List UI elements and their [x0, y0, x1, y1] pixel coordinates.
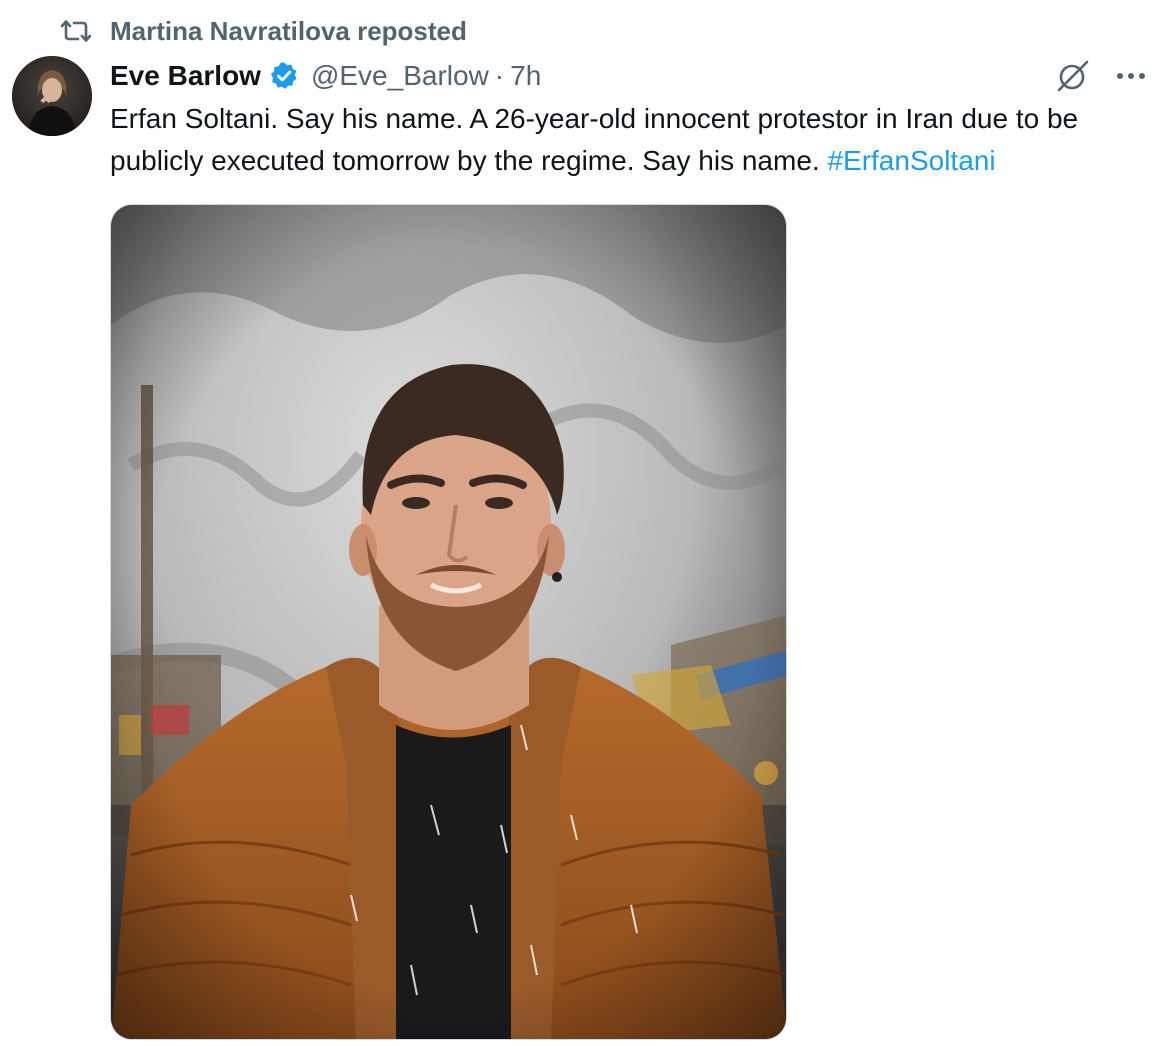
avatar[interactable] — [12, 56, 92, 136]
grok-icon[interactable] — [1055, 58, 1091, 94]
repost-context[interactable]: Martina Navratilova reposted — [60, 14, 467, 48]
hashtag-link[interactable]: #ErfanSoltani — [827, 145, 995, 176]
tweet-text: Erfan Soltani. Say his name. A 26-year-o… — [110, 98, 1160, 182]
verified-badge-icon[interactable] — [269, 61, 299, 91]
tweet-header: Eve Barlow @Eve_Barlow · 7h — [110, 56, 541, 96]
repost-label[interactable]: Martina Navratilova reposted — [110, 16, 467, 47]
separator-dot: · — [494, 60, 505, 91]
timestamp[interactable]: 7h — [510, 60, 541, 92]
tweet[interactable]: Martina Navratilova reposted Eve Barlow — [0, 0, 1175, 1046]
more-options-icon[interactable] — [1113, 58, 1149, 94]
author-handle[interactable]: @Eve_Barlow — [311, 60, 489, 92]
author-name[interactable]: Eve Barlow — [110, 60, 261, 92]
repost-icon — [60, 15, 92, 47]
tweet-photo[interactable] — [110, 204, 787, 1040]
header-actions — [1055, 58, 1149, 94]
